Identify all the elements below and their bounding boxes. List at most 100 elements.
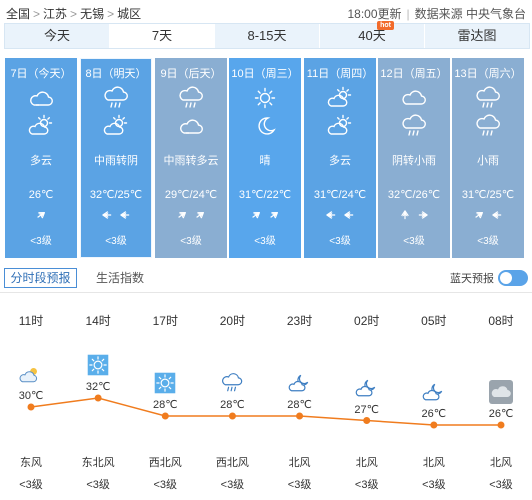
wind-direction-icon bbox=[37, 212, 45, 219]
hour-wind-level: <3级 bbox=[287, 479, 312, 491]
breadcrumb-item-country[interactable]: 全国 bbox=[6, 7, 30, 21]
hour-temperature: 28℃ bbox=[152, 399, 178, 411]
tab-hourly-forecast[interactable]: 分时段预报 bbox=[4, 268, 77, 288]
sun-icon bbox=[153, 371, 177, 395]
tab-radar[interactable]: 雷达图 bbox=[425, 24, 529, 48]
cloudy-icon bbox=[27, 86, 55, 110]
partly-cloudy-day-icon bbox=[27, 114, 55, 138]
data-source: 数据来源 中央气象台 bbox=[414, 7, 526, 21]
wind-direction-icon bbox=[344, 211, 354, 219]
tab-today[interactable]: 今天 bbox=[5, 24, 110, 48]
wind-direction-icon bbox=[401, 210, 409, 220]
breadcrumb: 全国 > 江苏 > 无锡 > 城区 bbox=[6, 5, 141, 22]
rain-icon bbox=[102, 86, 130, 110]
day-weather-desc: 晴 bbox=[259, 155, 271, 167]
tab-8-15-days[interactable]: 8-15天 bbox=[215, 24, 320, 48]
day-temperature: 31℃/25℃ bbox=[461, 189, 515, 201]
day-card[interactable]: 9日（后天） 中雨转多云 29℃/24℃ <3级 bbox=[155, 58, 227, 258]
day-date: 13日（周六） bbox=[454, 68, 522, 80]
partly-cloudy-day-icon bbox=[326, 114, 354, 138]
day-date: 8日（明天） bbox=[85, 68, 147, 80]
wind-direction-icon bbox=[178, 212, 186, 219]
day-wind-directions bbox=[304, 209, 376, 223]
wind-direction-icon bbox=[102, 211, 112, 219]
sun-icon bbox=[251, 86, 279, 110]
blue-sky-forecast: 蓝天预报 bbox=[450, 268, 528, 288]
hour-time: 23时 bbox=[286, 314, 313, 328]
day-wind-level: <3级 bbox=[477, 236, 499, 247]
wind-direction-icon bbox=[492, 211, 502, 219]
hourly-column: 17时 28℃ 西北风 <3级 bbox=[131, 300, 199, 500]
hour-wind-direction: 北风 bbox=[422, 457, 445, 469]
rain-icon bbox=[177, 86, 205, 110]
hour-time: 14时 bbox=[85, 314, 111, 328]
tab-7-days[interactable]: 7天 bbox=[110, 24, 215, 48]
day-card[interactable]: 7日（今天） 多云 26℃ <3级 bbox=[5, 58, 77, 258]
hour-wind-level: <3级 bbox=[153, 479, 178, 491]
wind-direction-icon bbox=[270, 212, 278, 219]
day-wind-directions bbox=[80, 209, 152, 223]
hour-wind-level: <3级 bbox=[220, 479, 245, 491]
partly-cloudy-night-icon bbox=[288, 371, 312, 395]
update-time: 18:00更新 bbox=[347, 7, 402, 21]
hourly-column: 23时 28℃ 北风 <3级 bbox=[266, 300, 334, 500]
day-card[interactable]: 12日（周五） 阴转小雨 32℃/26℃ <3级 bbox=[378, 58, 450, 258]
hour-time: 05时 bbox=[421, 314, 447, 328]
day-temperature: 31℃/22℃ bbox=[238, 189, 292, 201]
rain-icon bbox=[400, 114, 428, 138]
tab-40-days[interactable]: 40天 hot bbox=[320, 21, 425, 48]
moon-icon bbox=[251, 114, 279, 138]
day-wind-level: <3级 bbox=[30, 236, 52, 247]
hour-time: 11时 bbox=[18, 314, 44, 328]
day-card[interactable]: 11日（周四） 多云 31℃/24℃ <3级 bbox=[304, 58, 376, 258]
day-temperature: 32℃/26℃ bbox=[387, 189, 441, 201]
hour-wind-direction: 西北风 bbox=[148, 457, 182, 469]
hour-temperature: 28℃ bbox=[287, 399, 312, 411]
hourly-forecast: 11时 30℃ 东风 <3级 14时 32℃ 东北风 <3级 17时 28℃ 西北风 <3级 20时 28… bbox=[0, 300, 532, 500]
day-weather-desc: 中雨转阴 bbox=[94, 155, 138, 167]
breadcrumb-separator: > bbox=[33, 7, 41, 21]
overcast-icon bbox=[400, 86, 428, 110]
top-bar: 全国 > 江苏 > 无锡 > 城区 18:00更新 | 数据来源 中央气象台 bbox=[0, 0, 532, 24]
day-wind-directions bbox=[229, 209, 301, 223]
partly-cloudy-day-icon bbox=[19, 362, 43, 386]
partly-cloudy-night-icon bbox=[355, 376, 379, 400]
day-wind-directions bbox=[5, 209, 77, 223]
hour-wind-direction: 西北风 bbox=[215, 457, 249, 469]
breadcrumb-item-city[interactable]: 无锡 bbox=[80, 7, 104, 21]
cloudy-icon bbox=[177, 114, 205, 138]
day-weather-desc: 多云 bbox=[30, 155, 52, 167]
hourly-column: 02时 27℃ 北风 <3级 bbox=[333, 300, 401, 500]
breadcrumb-separator: > bbox=[70, 7, 78, 21]
day-date: 9日（后天） bbox=[160, 68, 222, 80]
hour-wind-direction: 东北风 bbox=[81, 457, 115, 469]
breadcrumb-item-province[interactable]: 江苏 bbox=[43, 7, 67, 21]
day-date: 11日（周四） bbox=[306, 68, 374, 80]
day-weather-desc: 阴转小雨 bbox=[392, 155, 436, 167]
day-wind-directions bbox=[378, 209, 450, 223]
day-weather-desc: 中雨转多云 bbox=[163, 155, 219, 167]
day-card[interactable]: 8日（明天） 中雨转阴 32℃/25℃ <3级 bbox=[80, 58, 152, 258]
hourly-column: 14时 32℃ 东北风 <3级 bbox=[64, 300, 132, 500]
day-wind-level: <3级 bbox=[180, 236, 202, 247]
wind-direction-icon bbox=[252, 212, 260, 219]
day-card[interactable]: 10日（周三） 晴 31℃/22℃ <3级 bbox=[229, 58, 301, 258]
blue-sky-toggle[interactable] bbox=[498, 270, 528, 286]
hour-wind-level: <3级 bbox=[354, 479, 379, 491]
day-weather-desc: 多云 bbox=[329, 155, 351, 167]
rain-icon bbox=[474, 86, 502, 110]
hour-temperature: 26℃ bbox=[488, 408, 514, 420]
breadcrumb-separator: > bbox=[107, 7, 115, 21]
hour-time: 17时 bbox=[152, 314, 178, 328]
update-meta: 18:00更新 | 数据来源 中央气象台 bbox=[348, 5, 527, 22]
hourly-column: 11时 30℃ 东风 <3级 bbox=[0, 300, 65, 500]
sun-icon bbox=[86, 353, 110, 377]
hourly-column: 20时 28℃ 西北风 <3级 bbox=[198, 300, 266, 500]
blue-sky-label: 蓝天预报 bbox=[450, 273, 494, 285]
day-card[interactable]: 13日（周六） 小雨 31℃/25℃ <3级 bbox=[452, 58, 524, 258]
hour-temperature: 26℃ bbox=[421, 408, 447, 420]
wind-direction-icon bbox=[326, 211, 336, 219]
day-date: 7日（今天） bbox=[10, 68, 72, 80]
tab-life-index[interactable]: 生活指数 bbox=[96, 268, 144, 288]
day-wind-directions bbox=[452, 209, 524, 223]
